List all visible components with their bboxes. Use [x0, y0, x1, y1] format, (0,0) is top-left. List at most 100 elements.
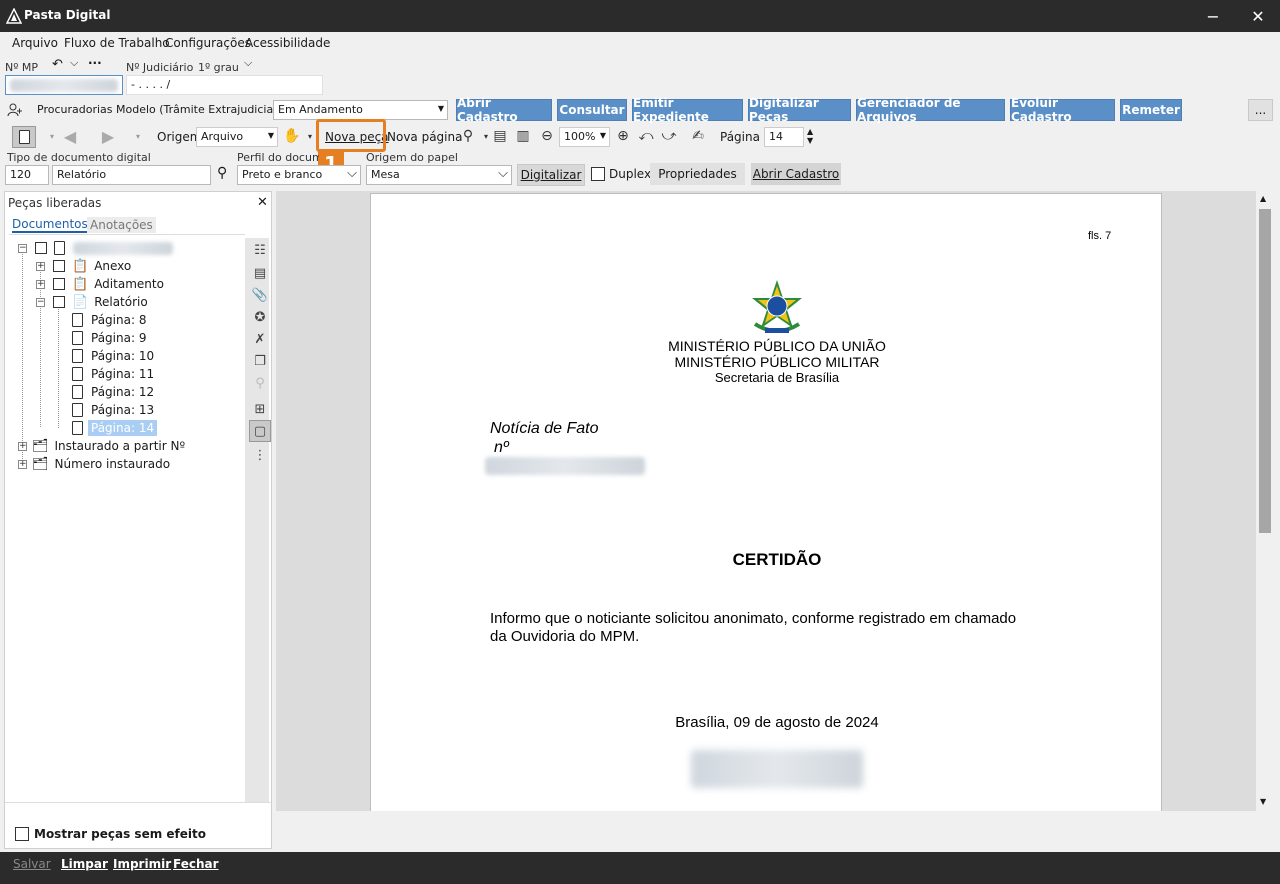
add-page-icon[interactable]: ⊞	[249, 398, 271, 420]
expand-icon[interactable]: +	[36, 279, 45, 289]
tree-checkbox[interactable]	[53, 296, 65, 308]
queue-select[interactable]: Em Andamento ▼	[273, 100, 448, 120]
digitalizar-button[interactable]: Digitalizar	[517, 164, 585, 186]
tree-item-pagina[interactable]: Página: 9	[72, 329, 146, 347]
document-mode-button[interactable]	[12, 126, 36, 148]
pagina-input[interactable]: 14	[764, 127, 804, 147]
certificate-icon[interactable]: ✪	[249, 306, 271, 328]
tree-item-aditamento[interactable]: + 📋 Aditamento	[36, 275, 164, 293]
tree-item-instaurado[interactable]: + 🗂 Instaurado a partir Nº	[18, 437, 185, 455]
tree-item-anexo[interactable]: + 📋 Anexo	[36, 257, 131, 275]
gerenciador-arquivos-button[interactable]: Gerenciador de Arquivos	[856, 96, 1005, 124]
tipo-value-input[interactable]: Relatório	[52, 165, 211, 185]
limpar-button[interactable]: Limpar	[61, 857, 108, 871]
fechar-button[interactable]: Fechar	[173, 857, 219, 871]
panel-close-icon[interactable]: ✕	[257, 195, 268, 210]
undo-icon[interactable]: ↶	[52, 57, 63, 72]
tree-checkbox[interactable]	[53, 260, 65, 272]
queue-dropdown-icon: ▼	[437, 104, 444, 113]
emitir-expediente-button[interactable]: Emitir Expediente	[632, 96, 743, 124]
rotate-right-icon[interactable]: ⤻	[659, 126, 679, 146]
tree-item-numero[interactable]: + 🗂 Número instaurado	[18, 455, 170, 473]
list-icon[interactable]: ▤	[249, 262, 271, 284]
judiciario-number-input[interactable]: - . . . . /	[126, 75, 323, 95]
expand-icon[interactable]: +	[18, 441, 27, 451]
more-icon[interactable]: ···	[88, 56, 102, 70]
grau-chevron-icon[interactable]: ⌵	[244, 56, 252, 70]
perfil-select[interactable]: Preto e branco ⌵	[237, 165, 361, 185]
remeter-button[interactable]: Remeter	[1120, 99, 1182, 121]
document-viewer[interactable]: fls. 7 MINISTÉRIO PÚBLICO DA UNIÃO MINIS…	[276, 191, 1274, 811]
menu-arquivo[interactable]: Arquivo	[12, 36, 58, 50]
pecas-panel: Peças liberadas ✕ Documentos Anotações −…	[4, 191, 272, 849]
hand-pan-icon[interactable]: ✋	[282, 126, 302, 146]
evoluir-cadastro-button[interactable]: Evoluir Cadastro	[1010, 96, 1115, 124]
menu-acessibilidade[interactable]: Acessibilidade	[245, 36, 330, 50]
signature-icon[interactable]: ✍	[688, 126, 708, 146]
tree-item-relatorio[interactable]: − 📄 Relatório	[36, 293, 148, 311]
collapse-icon[interactable]: −	[18, 243, 27, 253]
expand-icon[interactable]: +	[36, 261, 45, 271]
consultar-button[interactable]: Consultar	[557, 99, 627, 121]
search-doc-icon[interactable]: ⚲	[249, 372, 271, 394]
zoom-select[interactable]: 100% ▼	[559, 127, 610, 147]
digitalizar-pecas-button[interactable]: Digitalizar Peças	[748, 96, 851, 124]
tab-anotacoes[interactable]: Anotações	[87, 217, 156, 233]
menu-configuracoes[interactable]: Configurações	[165, 36, 251, 50]
scroll-down-icon[interactable]: ▼	[1260, 797, 1266, 806]
pagina-spinner[interactable]: ▲ ▼	[807, 127, 813, 145]
abrir-cadastro-button[interactable]: Abrir Cadastro	[456, 96, 552, 124]
next-icon[interactable]: ▶	[98, 126, 118, 146]
dropdown-arrow-icon[interactable]: ▾	[42, 126, 62, 146]
zoom-search-icon[interactable]: ⚲	[458, 126, 478, 146]
scroll-thumb[interactable]	[1259, 209, 1271, 533]
tree-label: Página: 13	[91, 403, 155, 417]
fit-width-icon[interactable]: ▤	[490, 126, 510, 146]
zoom-in-icon[interactable]: ⊕	[613, 126, 633, 146]
next-dropdown-icon[interactable]: ▾	[128, 126, 148, 146]
tree-expand-icon[interactable]: ⋮	[249, 444, 271, 466]
tree-root[interactable]: −	[18, 239, 173, 257]
origem-papel-select[interactable]: Mesa ⌵	[366, 165, 512, 185]
mp-number-input[interactable]	[5, 75, 123, 95]
tree-item-pagina[interactable]: Página: 11	[72, 365, 154, 383]
tree-checkbox[interactable]	[35, 242, 47, 254]
collapse-icon[interactable]: −	[36, 297, 45, 307]
tipo-code-input[interactable]: 120	[5, 165, 49, 185]
imprimir-button[interactable]: Imprimir	[113, 857, 171, 871]
tree-item-pagina[interactable]: Página: 8	[72, 311, 146, 329]
fit-page-icon[interactable]: ▥	[513, 126, 533, 146]
tree-item-pagina[interactable]: Página: 13	[72, 401, 154, 419]
tree-item-pagina[interactable]: Página: 12	[72, 383, 154, 401]
tree-checkbox[interactable]	[53, 278, 65, 290]
page-view-icon[interactable]: ▢	[249, 420, 271, 442]
mostrar-sem-efeito-checkbox[interactable]	[15, 827, 29, 841]
duplex-checkbox[interactable]	[591, 167, 605, 181]
rotate-left-icon[interactable]: ⤺	[636, 126, 656, 146]
abrir-cadastro-scan-button[interactable]: Abrir Cadastro	[751, 163, 841, 185]
duplex-label: Duplex	[609, 167, 652, 181]
remove-doc-icon[interactable]: ✗	[249, 328, 271, 350]
scroll-up-icon[interactable]: ▲	[1260, 194, 1266, 203]
tree-structure-icon[interactable]: ☷	[249, 239, 271, 261]
previous-icon[interactable]: ◀	[60, 126, 80, 146]
tree-item-pagina[interactable]: Página: 10	[72, 347, 154, 365]
search-icon[interactable]: ⚲	[217, 165, 227, 181]
grau-select[interactable]: 1º grau	[198, 61, 239, 74]
tab-documentos[interactable]: Documentos	[12, 217, 88, 233]
nova-pagina-button[interactable]: Nova página	[387, 130, 462, 144]
vertical-scrollbar[interactable]: ▲ ▼	[1256, 191, 1274, 811]
expand-icon[interactable]: +	[18, 459, 27, 469]
minimize-button[interactable]: −	[1190, 0, 1236, 32]
chevron-down-icon[interactable]: ⌵	[70, 56, 78, 70]
close-window-button[interactable]: ✕	[1235, 0, 1280, 32]
copy-icon[interactable]: ❐	[249, 350, 271, 372]
paperclip-icon[interactable]: 📎	[249, 284, 271, 306]
more-actions-button[interactable]: ...	[1248, 99, 1273, 121]
origem-select[interactable]: Arquivo ▼	[196, 127, 278, 147]
propriedades-button[interactable]: Propriedades	[650, 163, 745, 185]
tree-item-pagina-selected[interactable]: Página: 14	[72, 419, 158, 437]
zoom-out-icon[interactable]: ⊖	[537, 126, 557, 146]
menu-fluxo-trabalho[interactable]: Fluxo de Trabalho	[64, 36, 170, 50]
salvar-button[interactable]: Salvar	[13, 857, 51, 871]
